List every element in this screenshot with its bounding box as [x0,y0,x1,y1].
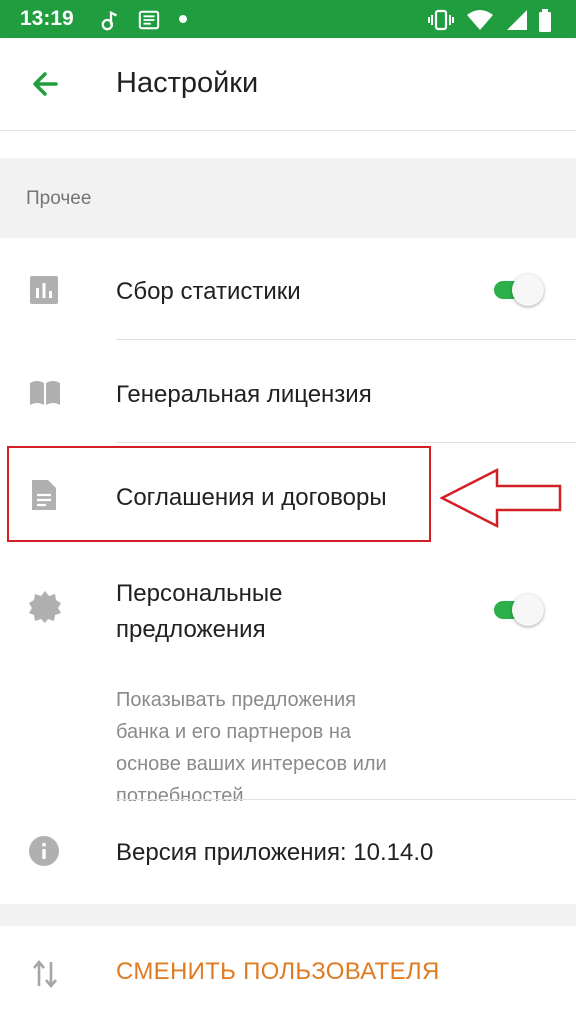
personal-offers-toggle[interactable] [490,592,546,628]
swap-vertical-icon [33,959,57,989]
statistics-toggle[interactable] [490,272,546,308]
switch-user-button[interactable]: СМЕНИТЬ ПОЛЬЗОВАТЕЛЯ [116,958,440,986]
description-line: банка и его партнеров на [116,721,351,743]
battery-icon [539,9,551,32]
description-line: Показывать предложения [116,689,356,711]
status-bar: 13:19 [0,0,576,38]
spacer [0,131,576,158]
page-title: Настройки [116,67,259,99]
news-icon [138,10,160,30]
personal-offers-label-line1: Персональные [116,580,283,607]
app-bar: Настройки [0,38,576,131]
status-time: 13:19 [20,7,74,30]
divider [116,339,576,340]
statistics-row[interactable]: Сбор статистики [0,238,576,340]
spacer [0,904,576,926]
wifi-icon [467,10,493,30]
arrow-left-icon [440,468,562,528]
info-icon [29,836,59,866]
section-header: Прочее [0,158,576,238]
music-note-icon [101,10,118,31]
version-label: Версия приложения: 10.14.0 [116,839,434,866]
back-button[interactable] [22,60,70,108]
license-label: Генеральная лицензия [116,381,372,408]
section-label: Прочее [26,188,92,209]
highlight-box [7,446,431,542]
personal-offers-row[interactable]: Персональные предложения Показывать пред… [0,546,576,807]
personal-offers-description: Показывать предложения банка и его партн… [116,684,436,812]
license-row[interactable]: Генеральная лицензия [0,341,576,443]
personal-offers-label: Персональные предложения [116,576,283,648]
version-row: Версия приложения: 10.14.0 [0,801,576,904]
bar-chart-icon [30,276,58,304]
toggle-thumb [512,274,544,306]
toggle-thumb [512,594,544,626]
dot-icon [179,15,187,23]
book-icon [30,381,60,405]
description-line: основе ваших интересов или [116,753,387,775]
vibrate-icon [428,9,454,31]
divider [116,442,576,443]
divider [116,799,576,800]
badge-icon [29,591,61,623]
arrow-back-icon[interactable] [22,60,70,108]
statistics-label: Сбор статистики [116,278,301,305]
signal-icon [507,10,527,30]
personal-offers-label-line2: предложения [116,616,266,643]
